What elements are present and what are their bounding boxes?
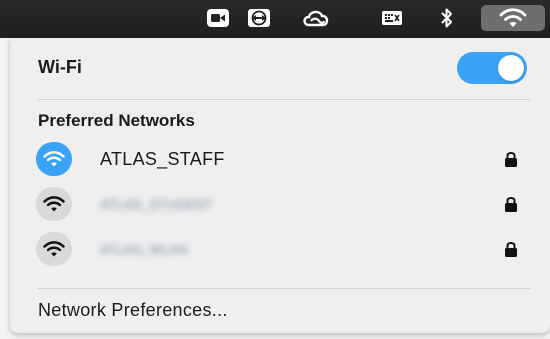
keyboard-viewer-icon[interactable] [379,5,405,31]
lock-icon [504,150,518,173]
preferred-networks-heading: Preferred Networks [38,111,195,130]
toggle-knob [498,55,524,81]
wifi-icon[interactable] [481,5,545,31]
wifi-menu: Wi-Fi Preferred Networks ATLAS_STAFF ATL… [10,38,550,333]
menu-bar [0,0,550,38]
creative-cloud-icon[interactable] [300,5,332,31]
network-row-atlas-staff[interactable]: ATLAS_STAFF [30,140,530,178]
network-row-atlas-wlan[interactable]: ATLAS_WLAN [30,230,530,268]
divider [38,99,530,100]
wifi-icon [36,232,72,266]
network-name: ATLAS_WLAN [100,242,189,257]
lock-icon [504,195,518,218]
wifi-connected-icon [36,142,72,176]
network-name: ATLAS_STUDENT [100,197,213,212]
wifi-toggle[interactable] [457,52,527,84]
teamviewer-icon[interactable] [244,5,274,31]
network-preferences-item[interactable]: Network Preferences... [38,300,228,321]
network-row-atlas-student[interactable]: ATLAS_STUDENT [30,185,530,223]
network-name: ATLAS_STAFF [100,149,225,169]
video-camera-icon[interactable] [203,5,233,31]
wifi-icon [36,187,72,221]
wifi-title: Wi-Fi [38,57,82,77]
divider [38,288,530,289]
bluetooth-icon[interactable] [437,5,457,31]
lock-icon [504,240,518,263]
